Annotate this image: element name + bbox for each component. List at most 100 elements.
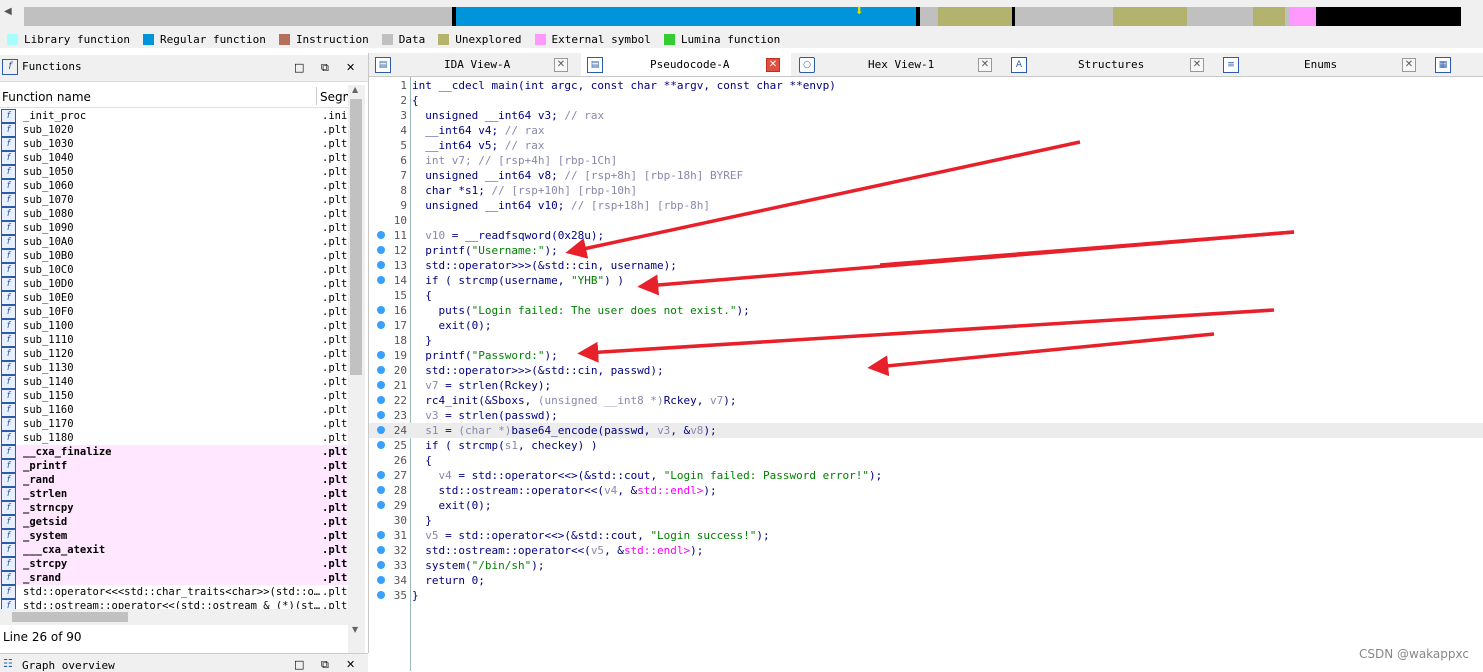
code-line[interactable]: 1 int __cdecl main(int argc, const char *… <box>369 78 1483 93</box>
code-text[interactable]: v5 = std::operator<<>(&std::cout, "Login… <box>412 528 769 543</box>
code-text[interactable]: system("/bin/sh"); <box>412 558 544 573</box>
function-row[interactable]: f sub_10E0 .plt <box>0 291 348 305</box>
code-line[interactable]: 26 { <box>369 453 1483 468</box>
close-icon[interactable]: ✕ <box>766 58 780 72</box>
code-text[interactable]: if ( strcmp(username, "YHB") ) <box>412 273 624 288</box>
code-text[interactable]: } <box>412 333 432 348</box>
code-text[interactable]: } <box>412 513 432 528</box>
code-line[interactable]: 12 printf("Username:"); <box>369 243 1483 258</box>
function-row[interactable]: f sub_1130 .plt <box>0 361 348 375</box>
function-row[interactable]: f _rand .plt <box>0 473 348 487</box>
code-line[interactable]: 11 v10 = __readfsqword(0x28u); <box>369 228 1483 243</box>
nav-segment[interactable] <box>1015 7 1113 26</box>
function-row[interactable]: f sub_1100 .plt <box>0 319 348 333</box>
code-line[interactable]: 24 s1 = (char *)base64_encode(passwd, v3… <box>369 423 1483 438</box>
function-row[interactable]: f sub_1020 .plt <box>0 123 348 137</box>
nav-segment[interactable] <box>1187 7 1253 26</box>
code-text[interactable]: std::ostream::operator<<(v4, &std::endl>… <box>412 483 716 498</box>
function-row[interactable]: f sub_1080 .plt <box>0 207 348 221</box>
code-line[interactable]: 18 } <box>369 333 1483 348</box>
close-icon[interactable]: ✕ <box>346 658 355 671</box>
code-line[interactable]: 15 { <box>369 288 1483 303</box>
code-text[interactable]: std::operator>>>(&std::cin, username); <box>412 258 677 273</box>
close-icon[interactable]: ✕ <box>346 61 355 74</box>
code-line[interactable]: 35} <box>369 588 1483 603</box>
code-text[interactable]: __int64 v5; // rax <box>412 138 544 153</box>
column-separator[interactable] <box>316 87 317 105</box>
code-text[interactable]: v3 = strlen(passwd); <box>412 408 557 423</box>
scroll-down-icon[interactable]: ▼ <box>352 625 358 634</box>
close-icon[interactable]: ✕ <box>554 58 568 72</box>
code-text[interactable]: return 0; <box>412 573 485 588</box>
functions-horizontal-scrollbar[interactable] <box>0 609 348 625</box>
function-row[interactable]: f sub_1110 .plt <box>0 333 348 347</box>
tab-more[interactable]: ▦ <box>1429 53 1483 76</box>
code-line[interactable]: 6 int v7; // [rsp+4h] [rbp-1Ch] <box>369 153 1483 168</box>
function-row[interactable]: f sub_1060 .plt <box>0 179 348 193</box>
maximize-icon[interactable]: □ <box>294 61 304 74</box>
tab-ida-view[interactable]: ▤ IDA View-A ✕ <box>369 53 579 76</box>
nav-segment[interactable] <box>1113 7 1187 26</box>
function-row[interactable]: f _getsid .plt <box>0 515 348 529</box>
code-line[interactable]: 21 v7 = strlen(Rckey); <box>369 378 1483 393</box>
function-row[interactable]: f sub_1150 .plt <box>0 389 348 403</box>
function-row[interactable]: f _strlen .plt <box>0 487 348 501</box>
function-row[interactable]: f sub_10A0 .plt <box>0 235 348 249</box>
code-line[interactable]: 19 printf("Password:"); <box>369 348 1483 363</box>
function-row[interactable]: f std::operator<<<std::char_traits<char>>… <box>0 585 348 599</box>
restore-icon[interactable]: ⧉ <box>321 61 329 75</box>
code-text[interactable]: __int64 v4; // rax <box>412 123 544 138</box>
function-row[interactable]: f _printf .plt <box>0 459 348 473</box>
function-row[interactable]: f std::ostream::operator<<(std::ostream &… <box>0 599 348 609</box>
function-row[interactable]: f sub_1030 .plt <box>0 137 348 151</box>
close-icon[interactable]: ✕ <box>1402 58 1416 72</box>
restore-icon[interactable]: ⧉ <box>321 658 329 672</box>
code-line[interactable]: 3 unsigned __int64 v3; // rax <box>369 108 1483 123</box>
code-text[interactable]: unsigned __int64 v10; // [rsp+18h] [rbp-… <box>412 198 710 213</box>
code-text[interactable]: puts("Login failed: The user does not ex… <box>412 303 749 318</box>
code-line[interactable]: 27 v4 = std::operator<<>(&std::cout, "Lo… <box>369 468 1483 483</box>
functions-vertical-scrollbar[interactable]: ▲ ▼ <box>348 85 365 659</box>
code-text[interactable]: { <box>412 288 432 303</box>
code-text[interactable]: s1 = (char *)base64_encode(passwd, v3, &… <box>412 423 716 438</box>
function-row[interactable]: f _system .plt <box>0 529 348 543</box>
code-text[interactable]: exit(0); <box>412 498 491 513</box>
code-text[interactable]: { <box>412 93 419 108</box>
nav-segment[interactable] <box>1253 7 1285 26</box>
function-row[interactable]: f sub_1070 .plt <box>0 193 348 207</box>
nav-segment[interactable] <box>24 7 452 26</box>
nav-segment[interactable] <box>938 7 1012 26</box>
function-row[interactable]: f _strncpy .plt <box>0 501 348 515</box>
nav-scroll-left-icon[interactable]: ◀ <box>4 6 18 26</box>
nav-segment[interactable] <box>1316 7 1461 26</box>
function-row[interactable]: f sub_1170 .plt <box>0 417 348 431</box>
navigation-band[interactable]: ◀ ⬇ <box>0 0 1483 30</box>
code-line[interactable]: 17 exit(0); <box>369 318 1483 333</box>
code-text[interactable]: char *s1; // [rsp+10h] [rbp-10h] <box>412 183 637 198</box>
nav-segment[interactable] <box>920 7 938 26</box>
code-line[interactable]: 10 <box>369 213 1483 228</box>
pseudocode-view[interactable]: 1 int __cdecl main(int argc, const char *… <box>369 77 1483 671</box>
function-row[interactable]: f sub_1180 .plt <box>0 431 348 445</box>
code-line[interactable]: 30 } <box>369 513 1483 528</box>
function-row[interactable]: f sub_1160 .plt <box>0 403 348 417</box>
function-row[interactable]: f __cxa_finalize .plt <box>0 445 348 459</box>
tab-enums[interactable]: ≡ Enums ✕ <box>1217 53 1427 76</box>
code-line[interactable]: 8 char *s1; // [rsp+10h] [rbp-10h] <box>369 183 1483 198</box>
tab-hex-view[interactable]: ○ Hex View-1 ✕ <box>793 53 1003 76</box>
maximize-icon[interactable]: □ <box>294 658 304 671</box>
function-row[interactable]: f sub_1120 .plt <box>0 347 348 361</box>
function-row[interactable]: f sub_1140 .plt <box>0 375 348 389</box>
code-text[interactable]: printf("Username:"); <box>412 243 557 258</box>
column-function-name[interactable]: Function name <box>2 90 91 104</box>
code-line[interactable]: 34 return 0; <box>369 573 1483 588</box>
nav-segment[interactable] <box>456 7 916 26</box>
code-text[interactable]: unsigned __int64 v3; // rax <box>412 108 604 123</box>
function-row[interactable]: f sub_1090 .plt <box>0 221 348 235</box>
code-line[interactable]: 31 v5 = std::operator<<>(&std::cout, "Lo… <box>369 528 1483 543</box>
code-line[interactable]: 2{ <box>369 93 1483 108</box>
code-line[interactable]: 5 __int64 v5; // rax <box>369 138 1483 153</box>
function-row[interactable]: f sub_10F0 .plt <box>0 305 348 319</box>
code-line[interactable]: 28 std::ostream::operator<<(v4, &std::en… <box>369 483 1483 498</box>
code-line[interactable]: 25 if ( strcmp(s1, checkey) ) <box>369 438 1483 453</box>
